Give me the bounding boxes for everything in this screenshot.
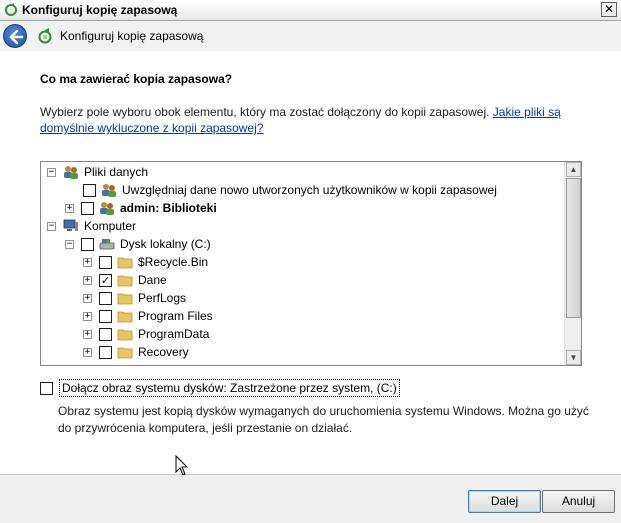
tree-item-local-disk[interactable]: − Dysk lokalny (C:) [65, 235, 211, 253]
checkbox-checked[interactable]: ✓ [99, 273, 112, 287]
users-icon [100, 202, 114, 215]
tree-item-perflogs[interactable]: + PerfLogs [83, 289, 186, 307]
tree-item-admin-libraries[interactable]: + admin: Biblioteki [65, 199, 217, 217]
folder-icon [117, 311, 133, 323]
expand-icon[interactable]: + [83, 329, 92, 339]
tree-item-computer[interactable]: − Komputer [47, 217, 136, 235]
folder-icon [117, 347, 133, 359]
backup-icon [5, 3, 17, 16]
tree-item-new-users[interactable]: Uwzględniaj dane nowo utworzonych użytko… [83, 181, 497, 199]
checkbox[interactable] [99, 255, 112, 269]
folder-icon [117, 275, 133, 287]
drive-icon [99, 239, 115, 250]
checkbox[interactable] [81, 237, 94, 251]
close-icon: ✕ [603, 2, 615, 16]
checkbox[interactable] [83, 183, 96, 197]
page-heading: Co ma zawierać kopia zapasowa? [40, 72, 233, 86]
expand-icon[interactable]: + [83, 293, 92, 303]
tree-item-label: Dysk lokalny (C:) [120, 237, 211, 251]
tree-scrollbar[interactable]: ▲ ▼ [564, 162, 581, 365]
cancel-button[interactable]: Anuluj [542, 490, 615, 513]
mouse-cursor-icon [175, 455, 189, 476]
expand-icon[interactable]: + [83, 257, 92, 267]
tree-item-program-files[interactable]: + Program Files [83, 307, 213, 325]
tree-item-label: Pliki danych [84, 165, 149, 179]
footer: Dalej Anuluj [0, 475, 621, 523]
tree-item-label: Dane [138, 273, 167, 287]
collapse-icon[interactable]: − [47, 221, 56, 231]
checkbox[interactable] [99, 309, 112, 323]
folder-icon [117, 329, 133, 341]
tree-item-label: Uwzględniaj dane nowo utworzonych użytko… [122, 183, 497, 197]
back-button[interactable] [3, 24, 27, 48]
users-icon [64, 166, 78, 179]
tree-item-dane[interactable]: + ✓ Dane [83, 271, 167, 289]
main-content: Co ma zawierać kopia zapasowa? Wybierz p… [0, 51, 621, 476]
scroll-down-icon[interactable]: ▼ [566, 350, 581, 365]
system-image-option[interactable]: Dołącz obraz systemu dysków: Zastrzeżone… [40, 379, 400, 397]
nav-bar: Konfiguruj kopię zapasową [0, 21, 621, 51]
tree-item-label: Komputer [84, 219, 137, 233]
next-button[interactable]: Dalej [468, 490, 541, 513]
back-arrow-icon [9, 29, 24, 45]
checkbox[interactable] [99, 327, 112, 341]
system-image-description: Obraz systemu jest kopią dysków wymagany… [58, 404, 589, 435]
page-description: Wybierz pole wyboru obok elementu, który… [40, 104, 580, 136]
folder-icon [117, 293, 133, 305]
check-icon: ✓ [100, 273, 111, 287]
users-icon [102, 184, 116, 197]
tree-item-recycle-bin[interactable]: + $Recycle.Bin [83, 253, 208, 271]
tree-item-label: Recovery [138, 345, 189, 359]
scrollbar-thumb[interactable] [566, 178, 581, 318]
checkbox[interactable] [99, 345, 112, 359]
folder-icon [117, 257, 133, 269]
description-text: Wybierz pole wyboru obok elementu, który… [40, 105, 493, 119]
tree-item-label: $Recycle.Bin [138, 255, 209, 269]
collapse-icon[interactable]: − [65, 239, 74, 249]
tree-item-label: PerfLogs [138, 291, 187, 305]
backup-icon [38, 28, 52, 44]
tree-item-programdata[interactable]: + ProgramData [83, 325, 209, 343]
expand-icon[interactable]: + [83, 347, 92, 357]
collapse-icon[interactable]: − [47, 167, 56, 177]
nav-title: Konfiguruj kopię zapasową [60, 29, 204, 43]
expand-icon[interactable]: + [65, 203, 74, 213]
expand-icon[interactable]: + [83, 311, 92, 321]
tree-item-recovery[interactable]: + Recovery [83, 343, 189, 361]
window-title: Konfiguruj kopię zapasową [22, 3, 178, 17]
checkbox[interactable] [99, 291, 112, 305]
tree-item-data-files[interactable]: − Pliki danych [47, 163, 148, 181]
title-bar: Konfiguruj kopię zapasową ✕ [0, 0, 621, 21]
tree-item-label: ProgramData [138, 327, 210, 341]
scroll-up-icon[interactable]: ▲ [566, 162, 581, 177]
checkbox[interactable] [81, 201, 94, 215]
expand-icon[interactable]: + [83, 275, 92, 285]
tree-item-label: admin: Biblioteki [120, 201, 217, 215]
system-image-label[interactable]: Dołącz obraz systemu dysków: Zastrzeżone… [59, 379, 400, 397]
computer-icon [63, 219, 78, 231]
system-image-checkbox[interactable] [40, 381, 53, 395]
backup-tree: − Pliki danych Uwzględniaj dane nowo utw… [40, 161, 582, 366]
tree-item-label: Program Files [138, 309, 213, 323]
close-button[interactable]: ✕ [601, 2, 617, 17]
